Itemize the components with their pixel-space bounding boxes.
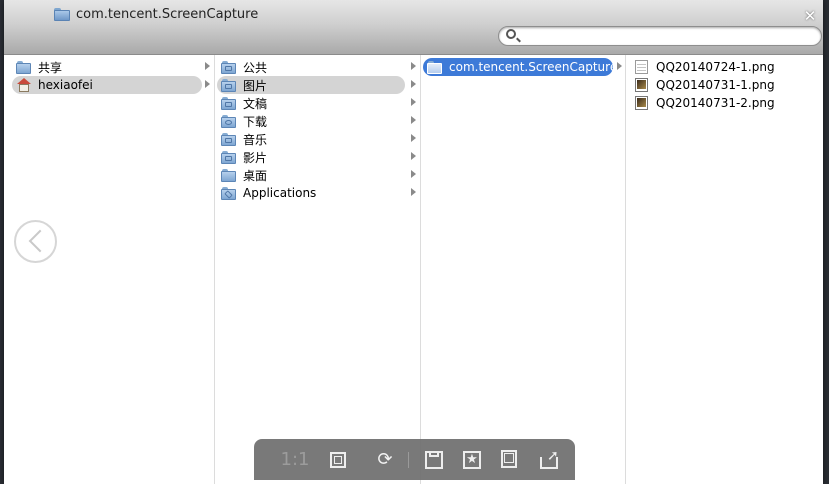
file-item[interactable]: QQ20140731-2.png (630, 94, 810, 112)
item-label: 图片 (243, 78, 268, 93)
folder-item-movies[interactable]: 影片 (217, 148, 405, 166)
column-4: QQ20140724-1.png QQ20140731-1.png QQ2014… (626, 55, 823, 484)
item-label: QQ20140724-1.png (656, 60, 775, 74)
folder-item-public[interactable]: 公共 (217, 58, 405, 76)
item-label: 公共 (243, 60, 268, 75)
sidebar-item-home[interactable]: hexiaofei (12, 76, 202, 94)
item-label: 下载 (243, 114, 268, 129)
rotate-icon[interactable]: ⟳ (372, 448, 398, 472)
fit-icon[interactable] (326, 448, 350, 472)
close-icon[interactable]: ✕ (803, 9, 817, 24)
image-file-icon (634, 78, 650, 92)
desktop-folder-icon (221, 168, 237, 182)
chevron-right-icon (617, 62, 622, 70)
chevron-right-icon (411, 170, 416, 178)
chevron-right-icon (411, 188, 416, 196)
item-label: Applications (243, 186, 317, 200)
column-3: com.tencent.ScreenCapture (421, 55, 626, 484)
chevron-right-icon (411, 80, 416, 88)
applications-folder-icon (221, 186, 237, 200)
chevron-right-icon (411, 62, 416, 70)
home-icon (16, 78, 32, 92)
back-arrow-icon[interactable] (14, 220, 57, 263)
window-title-label: com.tencent.ScreenCapture (76, 6, 259, 22)
share-icon[interactable]: ➚ (537, 448, 563, 472)
folder-item-desktop[interactable]: 桌面 (217, 166, 405, 184)
downloads-folder-icon (221, 114, 237, 128)
item-label: hexiaofei (38, 78, 93, 92)
chevron-right-icon (411, 134, 416, 142)
quicklook-toolbar: 1:1 ⟳ ★ ➚ (254, 439, 575, 480)
item-label: 共享 (38, 60, 63, 75)
folder-item-applications[interactable]: Applications (217, 184, 405, 202)
save-icon[interactable] (422, 448, 446, 472)
documents-folder-icon (221, 96, 237, 110)
chevron-right-icon (411, 152, 416, 160)
file-item[interactable]: QQ20140731-1.png (630, 76, 810, 94)
chevron-right-icon (411, 98, 416, 106)
search-input[interactable] (521, 28, 815, 45)
favorite-icon[interactable]: ★ (460, 448, 484, 472)
image-file-icon (634, 96, 650, 110)
actual-size-button[interactable]: 1:1 (280, 448, 310, 472)
column-2: 公共 图片 文稿 下载 音乐 影片 桌面 Applications (215, 55, 421, 484)
file-item[interactable]: QQ20140724-1.png (630, 58, 810, 76)
item-label: 桌面 (243, 168, 268, 183)
movies-folder-icon (221, 150, 237, 164)
item-label: 音乐 (243, 132, 268, 147)
sidebar-item-shared[interactable]: 共享 (12, 58, 202, 76)
shared-folder-icon (16, 60, 32, 74)
music-folder-icon (221, 132, 237, 146)
item-label: com.tencent.ScreenCapture (449, 60, 618, 74)
blank-file-icon (634, 60, 650, 74)
folder-item-documents[interactable]: 文稿 (217, 94, 405, 112)
column-browser: 共享 hexiaofei 公共 图片 文稿 下载 音乐 影片 桌面 Applic… (4, 55, 823, 484)
folder-item-pictures[interactable]: 图片 (217, 76, 405, 94)
chevron-right-icon (411, 116, 416, 124)
public-folder-icon (221, 60, 237, 74)
item-label: QQ20140731-2.png (656, 96, 775, 110)
column-1: 共享 hexiaofei (4, 55, 215, 484)
folder-item-downloads[interactable]: 下载 (217, 112, 405, 130)
view-icon[interactable] (497, 448, 521, 472)
folder-item-music[interactable]: 音乐 (217, 130, 405, 148)
search-icon (506, 29, 516, 39)
item-label: 影片 (243, 150, 268, 165)
file-browser-window: com.tencent.ScreenCapture ✕ 共享 hexiaofei (4, 0, 823, 484)
chevron-right-icon (205, 80, 210, 88)
folder-item-screencapture[interactable]: com.tencent.ScreenCapture (423, 58, 617, 76)
chevron-right-icon (205, 62, 210, 70)
toolbar-divider (408, 452, 409, 468)
folder-icon (54, 7, 70, 21)
folder-icon (427, 60, 443, 74)
item-label: 文稿 (243, 96, 268, 111)
item-label: QQ20140731-1.png (656, 78, 775, 92)
title-bar: com.tencent.ScreenCapture ✕ (4, 0, 823, 55)
search-field[interactable] (498, 26, 822, 46)
pictures-folder-icon (221, 78, 237, 92)
window-title: com.tencent.ScreenCapture (54, 4, 258, 24)
